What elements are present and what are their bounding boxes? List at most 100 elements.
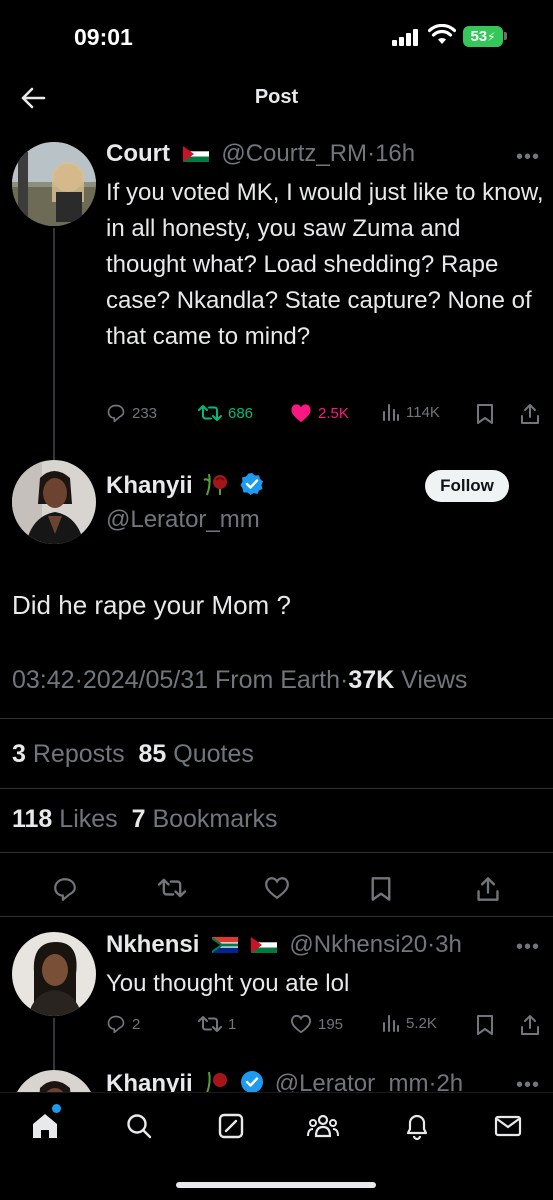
like-count: 195 [318, 1015, 344, 1033]
like-count: 2.5K [318, 404, 349, 422]
reply-icon [107, 1015, 125, 1034]
separator: · [427, 931, 436, 958]
share-button[interactable] [520, 403, 540, 425]
tweet-time[interactable]: 3h [435, 931, 462, 958]
author-name[interactable]: Nkhensi [106, 931, 199, 958]
search-icon [127, 1114, 152, 1139]
views-label: Views [401, 666, 468, 694]
status-bar: 09:01 53 ⚡ [0, 0, 553, 74]
likes-label: Likes [59, 805, 118, 833]
share-icon [521, 1015, 539, 1035]
nav-communities[interactable] [306, 1109, 340, 1143]
nav-home[interactable] [28, 1109, 62, 1143]
bookmark-button[interactable] [370, 876, 392, 907]
nav-notifications[interactable] [400, 1109, 434, 1143]
author-name[interactable]: Khanyii [106, 472, 193, 499]
avatar-khanyii[interactable] [12, 460, 96, 544]
bookmarks-stat[interactable]: 7 Bookmarks [132, 805, 278, 833]
repost-icon [198, 405, 222, 421]
repost-icon [158, 878, 186, 898]
signal-icon [392, 28, 420, 46]
heart-icon [291, 404, 311, 423]
nav-messages[interactable] [491, 1109, 525, 1143]
nav-search[interactable] [122, 1109, 156, 1143]
bookmark-button[interactable] [476, 403, 494, 425]
repost-button[interactable]: 1 [198, 1014, 236, 1034]
status-time: 09:01 [74, 24, 133, 50]
likes-count: 118 [12, 805, 53, 833]
divider [0, 718, 553, 719]
author-handle[interactable]: @Lerator_mm [106, 506, 260, 534]
author-handle[interactable]: @Nkhensi20 [289, 931, 427, 958]
repost-count: 1 [228, 1015, 237, 1033]
thread-line [53, 228, 55, 460]
palestine-flag-icon [182, 146, 209, 162]
home-icon [33, 1114, 57, 1138]
verified-icon [241, 1071, 264, 1093]
tweet-source: From Earth [214, 666, 340, 694]
bell-icon [406, 1114, 428, 1141]
views-icon [383, 1015, 399, 1032]
avatar-nkhensi[interactable] [12, 932, 96, 1016]
views-button[interactable]: 5.2K [382, 1014, 437, 1032]
nav-grok[interactable] [214, 1109, 248, 1143]
battery-level: 53 [470, 28, 488, 45]
divider [0, 788, 553, 789]
south-africa-flag-icon [212, 937, 239, 953]
reply-count: 233 [132, 404, 158, 422]
header: Post [0, 74, 553, 122]
palestine-flag-icon [250, 937, 277, 953]
reposts-count: 3 [12, 740, 26, 768]
tweet-time[interactable]: 16h [375, 140, 415, 167]
avatar-court[interactable] [12, 142, 96, 226]
separator: · [74, 666, 83, 694]
main-tweet-text: Did he rape your Mom ? [12, 590, 291, 620]
follow-button[interactable]: Follow [425, 470, 509, 502]
like-button[interactable]: 2.5K [290, 403, 349, 423]
author-name[interactable]: Court [106, 140, 170, 167]
reply-button[interactable]: 2 [106, 1014, 140, 1034]
rose-emoji-icon [206, 1071, 228, 1094]
like-button[interactable]: 195 [290, 1014, 343, 1034]
wifi-icon [428, 24, 456, 44]
more-options-icon[interactable]: ••• [516, 146, 540, 169]
share-icon [477, 877, 499, 901]
views-icon [383, 404, 399, 421]
reply-button[interactable] [52, 876, 78, 907]
bookmark-icon [371, 877, 391, 901]
more-options-icon[interactable]: ••• [516, 936, 540, 959]
rose-emoji-icon [203, 473, 228, 496]
reposts-stat[interactable]: 3 Reposts [12, 740, 125, 768]
bookmarks-label: Bookmarks [152, 805, 278, 833]
home-notification-dot [52, 1104, 61, 1113]
tweet-header: Court @Courtz_RM·16h [106, 140, 415, 168]
repost-button[interactable]: 686 [198, 403, 253, 423]
tweet-time[interactable]: 03:42 [12, 666, 75, 694]
tweet-metadata: 03:42·2024/05/31 From Earth·37K Views [12, 666, 467, 695]
views-count: 114K [406, 403, 440, 421]
quotes-stat[interactable]: 85 Quotes [138, 740, 253, 768]
like-button[interactable] [264, 876, 290, 905]
verified-icon [240, 473, 264, 495]
views-button[interactable]: 114K [382, 403, 440, 421]
mail-icon [494, 1115, 522, 1137]
reply-actions: 2 1 195 5.2K [106, 1014, 546, 1044]
reply-button[interactable]: 233 [106, 403, 157, 423]
share-button[interactable] [476, 876, 500, 907]
battery-cap [504, 32, 507, 40]
tweet-date[interactable]: 2024/05/31 [83, 666, 208, 694]
author-handle[interactable]: @Courtz_RM [221, 140, 367, 167]
heart-icon [265, 877, 289, 900]
share-button[interactable] [520, 1014, 540, 1036]
reply-count: 2 [132, 1015, 141, 1033]
bookmark-icon [477, 404, 493, 424]
divider [0, 852, 553, 853]
repost-button[interactable] [158, 876, 186, 905]
separator: · [367, 140, 376, 167]
repost-icon [198, 1016, 222, 1032]
reply-text: You thought you ate lol [106, 970, 350, 997]
bookmark-button[interactable] [476, 1014, 494, 1036]
thread-line [53, 1018, 55, 1070]
likes-stat[interactable]: 118 Likes [12, 805, 118, 833]
reposts-label: Reposts [32, 740, 125, 768]
